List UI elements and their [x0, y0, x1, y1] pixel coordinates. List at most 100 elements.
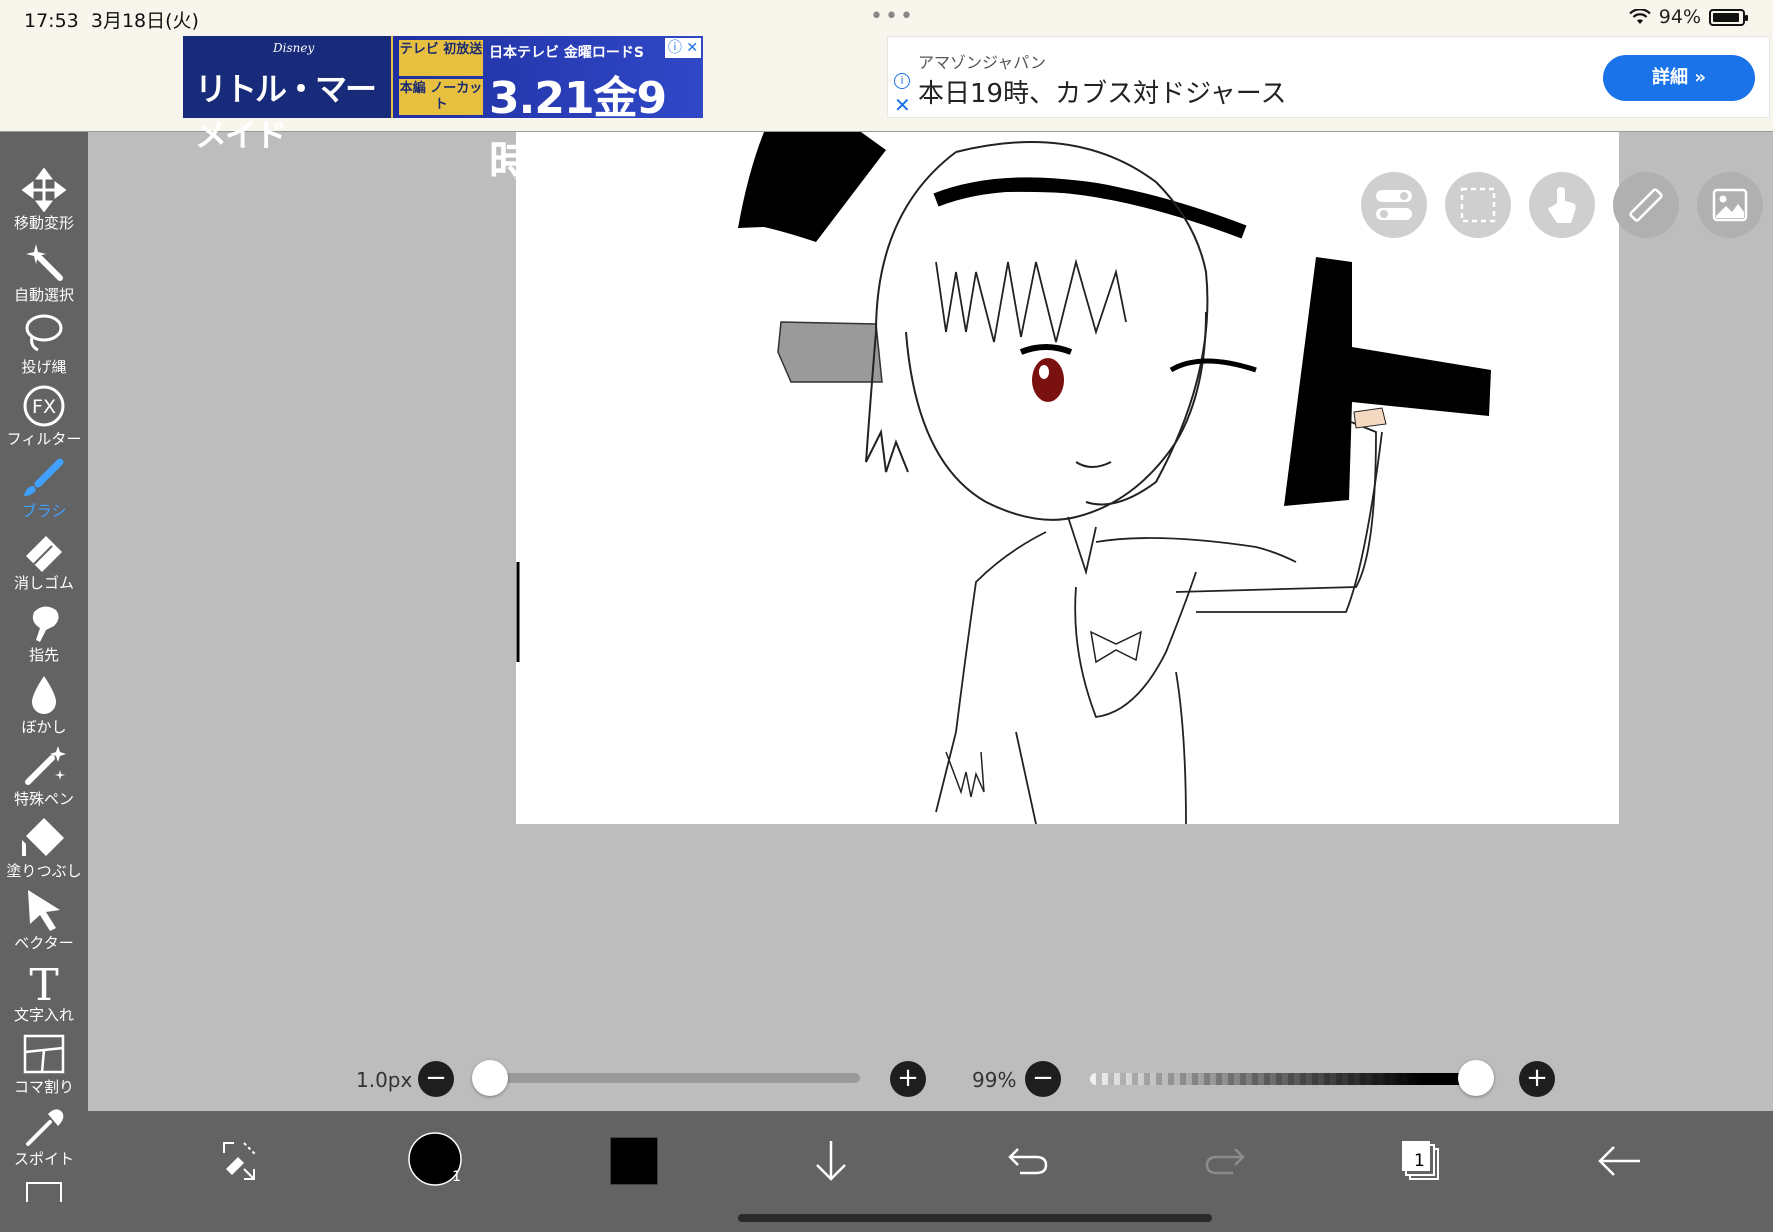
tool-label: 特殊ペン	[13, 790, 74, 808]
wifi-icon	[1628, 9, 1651, 24]
ad-badge-uncut: 本編 ノーカット	[399, 79, 483, 115]
tool-filter[interactable]: FX フィルター	[0, 384, 88, 456]
fx-icon: FX	[23, 385, 65, 427]
redo-icon	[1205, 1148, 1245, 1175]
opacity-slider-knob[interactable]	[1458, 1060, 1495, 1096]
battery-percent: 94%	[1658, 6, 1701, 28]
tool-text[interactable]: T 文字入れ	[0, 960, 88, 1032]
tool-brush[interactable]: ブラシ	[0, 456, 88, 528]
back-button[interactable]	[1589, 1131, 1649, 1191]
tool-finger[interactable]: 指先	[0, 600, 88, 672]
brush-size-slider-track[interactable]	[490, 1073, 860, 1083]
tool-vector[interactable]: ベクター	[0, 888, 88, 960]
arrow-left-icon	[1598, 1146, 1640, 1176]
ad-banner-baseball[interactable]: i ✕ アマゾンジャパン 本日19時、カブス対ドジャース 詳細 »	[887, 36, 1770, 118]
ruler-button[interactable]	[1613, 172, 1679, 238]
tool-label: ベクター	[14, 934, 74, 952]
touch-mode-button[interactable]	[1529, 172, 1595, 238]
tool-label: 投げ縄	[21, 358, 67, 376]
toolbar-more-icon[interactable]	[26, 1182, 62, 1202]
ruler-icon	[1629, 188, 1663, 222]
tool-eyedropper[interactable]: スポイト	[0, 1104, 88, 1176]
current-color-swatch	[610, 1137, 658, 1185]
brush-icon	[24, 458, 64, 496]
brush-preview-button[interactable]: 1	[407, 1131, 467, 1191]
ad-badge-premiere: テレビ 初放送	[399, 40, 483, 76]
tool-label: ブラシ	[21, 502, 67, 520]
tool-eraser[interactable]: 消しゴム	[0, 528, 88, 600]
tool-label: ぼかし	[21, 718, 67, 736]
opacity-label: 99%	[972, 1068, 1017, 1092]
eraser-icon	[26, 536, 62, 572]
ad-headline: 本日19時、カブス対ドジャース	[918, 79, 1287, 109]
tool-blur[interactable]: ぼかし	[0, 672, 88, 744]
tool-move-transform[interactable]: 移動変形	[0, 168, 88, 240]
special-pen-icon	[25, 746, 66, 785]
undo-icon	[1008, 1148, 1048, 1175]
svg-text:T: T	[29, 960, 58, 1004]
eyedropper-icon	[26, 1109, 64, 1146]
tool-label: 消しゴム	[13, 574, 74, 592]
ad-info-icon[interactable]: i	[894, 73, 910, 89]
status-date: 3月18日(火)	[90, 10, 199, 32]
ad-banner-movie[interactable]: Disney リトル・マーメイド テレビ 初放送 本編 ノーカット 日本テレビ …	[183, 36, 703, 188]
brush-number: 1	[452, 1169, 461, 1185]
tool-sidebar: 移動変形 自動選択 投げ縄 FX フィルター ブラシ 消しゴム 指先 ぼかし 特…	[0, 132, 88, 1232]
ad-brand: Disney	[273, 41, 315, 55]
ad-banner-movie-right: テレビ 初放送 本編 ノーカット 日本テレビ 金曜ロードS 3.21金9時~ ⓘ…	[393, 36, 703, 188]
brush-size-minus-button[interactable]: −	[418, 1061, 454, 1097]
battery-icon	[1709, 8, 1748, 26]
opacity-minus-button[interactable]: −	[1025, 1061, 1061, 1097]
svg-text:FX: FX	[32, 396, 56, 418]
opacity-slider-track[interactable]	[1090, 1073, 1480, 1085]
tool-frame-divide[interactable]: コマ割り	[0, 1032, 88, 1104]
tool-special-pen[interactable]: 特殊ペン	[0, 744, 88, 816]
tool-label: 移動変形	[13, 214, 74, 232]
layer-count: 1	[1414, 1151, 1425, 1171]
tool-lasso[interactable]: 投げ縄	[0, 312, 88, 384]
home-indicator	[738, 1214, 1212, 1222]
lasso-icon	[25, 314, 63, 352]
tool-fill[interactable]: 塗りつぶし	[0, 816, 88, 888]
redo-button[interactable]	[1195, 1131, 1255, 1191]
opacity-plus-button[interactable]: +	[1519, 1061, 1555, 1097]
ad-details-button[interactable]: 詳細 »	[1603, 55, 1755, 101]
status-time: 17:53	[24, 10, 79, 32]
tool-auto-select[interactable]: 自動選択	[0, 240, 88, 312]
tool-label: 塗りつぶし	[6, 862, 82, 880]
status-right: 94%	[1628, 6, 1748, 28]
hand-touch-icon	[1548, 187, 1576, 223]
bottom-action-bar: 1 1	[88, 1111, 1773, 1232]
material-image-button[interactable]	[1697, 172, 1763, 238]
vector-icon	[28, 890, 60, 931]
layers-button[interactable]: 1	[1392, 1131, 1452, 1191]
swap-brush-eraser-button[interactable]	[210, 1131, 270, 1191]
ad-banner-movie-left: Disney リトル・マーメイド	[183, 36, 393, 154]
selection-button[interactable]	[1445, 172, 1511, 238]
color-picker-button[interactable]	[604, 1131, 664, 1191]
blur-icon	[32, 676, 56, 714]
tool-label: スポイト	[13, 1150, 74, 1168]
tool-label: フィルター	[6, 430, 82, 448]
ad-close-icon-2[interactable]: ✕	[894, 93, 911, 117]
brush-size-label: 1.0px	[356, 1068, 413, 1092]
selection-rect-icon	[1460, 187, 1496, 223]
finger-icon	[32, 606, 59, 642]
ad-close-icon[interactable]: ⓘ ✕	[665, 38, 701, 58]
brush-size-slider-knob[interactable]	[472, 1060, 508, 1096]
ad-channel: 日本テレビ 金曜ロードS	[489, 45, 644, 61]
tool-label: 自動選択	[13, 286, 74, 304]
artwork-drawing	[516, 132, 1491, 824]
save-down-button[interactable]	[801, 1131, 861, 1191]
brush-size-plus-button[interactable]: +	[890, 1061, 926, 1097]
move-icon	[21, 168, 67, 212]
ad-advertiser: アマゾンジャパン	[918, 53, 1047, 72]
toggle-settings-button[interactable]	[1361, 172, 1427, 238]
drawing-canvas[interactable]	[516, 132, 1619, 824]
tool-label: コマ割り	[13, 1078, 74, 1096]
fill-icon	[22, 818, 64, 856]
undo-button[interactable]	[998, 1131, 1058, 1191]
magic-wand-icon	[26, 244, 63, 281]
frame-divide-icon	[23, 1034, 65, 1074]
multitasking-dots-icon[interactable]: •••	[870, 4, 915, 29]
